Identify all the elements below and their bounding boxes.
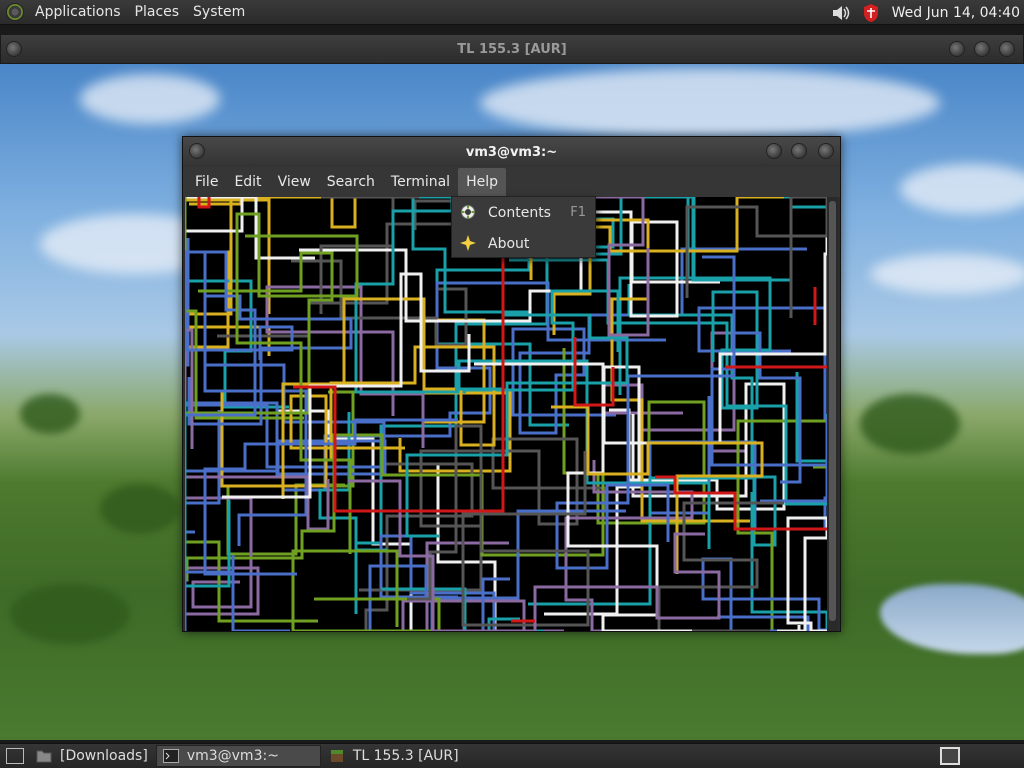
menu-view[interactable]: View (270, 168, 319, 196)
system-tray: Wed Jun 14, 04:40 (826, 0, 1024, 25)
show-desktop-icon[interactable] (6, 748, 24, 764)
taskbar-item-terminal[interactable]: vm3@vm3:~ (155, 745, 321, 767)
help-about-item[interactable]: About (452, 228, 595, 259)
system-menu[interactable]: System (186, 0, 252, 25)
clock[interactable]: Wed Jun 14, 04:40 (886, 5, 1024, 21)
terminal-titlebar[interactable]: vm3@vm3:~ (183, 137, 840, 167)
help-contents-accel: F1 (570, 205, 586, 220)
help-contents-label: Contents (488, 204, 551, 221)
pipes-animation (185, 197, 827, 631)
maximize-button[interactable] (974, 41, 990, 57)
menu-help[interactable]: Help (458, 168, 506, 196)
help-lifebuoy-icon (461, 205, 475, 219)
taskbar-item-tl[interactable]: TL 155.3 [AUR] (323, 745, 465, 767)
mate-logo-icon[interactable] (6, 3, 24, 21)
menu-edit[interactable]: Edit (226, 168, 269, 196)
terminal-window-menu-button[interactable] (189, 143, 205, 159)
close-button[interactable] (999, 41, 1015, 57)
terminal-title: vm3@vm3:~ (465, 144, 558, 160)
minecraft-block-icon (330, 750, 343, 762)
menu-search[interactable]: Search (319, 168, 383, 196)
terminal-minimize-button[interactable] (766, 143, 782, 159)
pipe-line (217, 199, 457, 338)
terminal-icon (162, 749, 179, 763)
workspace-switcher[interactable] (940, 747, 960, 765)
menu-terminal[interactable]: Terminal (383, 168, 458, 196)
pipe-line (281, 297, 496, 499)
folder-icon (36, 750, 52, 763)
menu-file[interactable]: File (187, 168, 226, 196)
security-shield-icon[interactable] (860, 2, 882, 24)
places-menu[interactable]: Places (128, 0, 187, 25)
volume-icon[interactable] (830, 2, 852, 24)
minimize-button[interactable] (949, 41, 965, 57)
terminal-output[interactable] (185, 197, 827, 631)
background-window-title: TL 155.3 [AUR] (457, 41, 567, 57)
star-about-icon (460, 235, 476, 251)
background-window-titlebar[interactable]: TL 155.3 [AUR] (0, 34, 1024, 64)
taskbar-item-label: [Downloads] (60, 748, 148, 764)
terminal-menubar: File Edit View Search Terminal Help (183, 167, 840, 197)
terminal-maximize-button[interactable] (791, 143, 807, 159)
applications-menu[interactable]: Applications (28, 0, 128, 25)
taskbar-item-label: vm3@vm3:~ (186, 748, 279, 764)
taskbar-item-label: TL 155.3 [AUR] (352, 748, 459, 764)
taskbar-item-downloads[interactable]: [Downloads] (30, 745, 154, 767)
help-about-label: About (488, 235, 530, 252)
pipe-line (701, 557, 827, 631)
pipe-line (573, 337, 615, 407)
window-menu-button[interactable] (6, 41, 22, 57)
terminal-close-button[interactable] (818, 143, 834, 159)
help-dropdown: Contents F1 About (451, 196, 596, 258)
scrollbar-thumb[interactable] (829, 201, 836, 621)
terminal-scrollbar[interactable] (827, 197, 838, 631)
help-contents-item[interactable]: Contents F1 (452, 197, 595, 228)
top-panel: Applications Places System Wed Jun 14, 0… (0, 0, 1024, 25)
bottom-panel: [Downloads] vm3@vm3:~ TL 155.3 [AUR] (0, 743, 1024, 768)
